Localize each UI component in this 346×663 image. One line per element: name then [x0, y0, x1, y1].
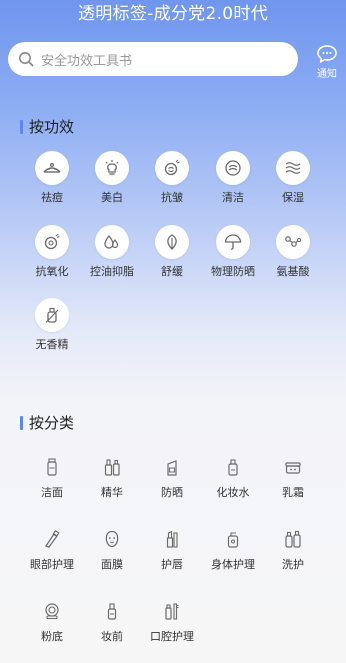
category-item-label: 洗护: [282, 558, 304, 571]
category-item-label: 防晒: [161, 486, 183, 499]
search-icon: [19, 52, 34, 67]
efficacy-item-label: 美白: [101, 191, 123, 204]
efficacy-item[interactable]: 控油抑脂: [82, 225, 142, 278]
category-section-title: 按分类: [20, 414, 74, 432]
category-item-label: 身体护理: [211, 558, 255, 571]
category-item[interactable]: 口腔护理: [142, 598, 202, 643]
category-item-label: 精华: [101, 486, 123, 499]
category-item-label: 洁面: [41, 486, 63, 499]
category-item-label: 乳霜: [282, 486, 304, 499]
efficacy-item[interactable]: 物理防晒: [203, 225, 263, 278]
eye-care-icon: [37, 526, 67, 552]
fragrance-free-icon: [35, 298, 69, 332]
category-item-label: 妆前: [101, 630, 123, 643]
category-item-label: 粉底: [41, 630, 63, 643]
efficacy-item-label: 物理防晒: [211, 265, 255, 278]
cleansing-icon: [216, 151, 250, 185]
efficacy-item[interactable]: 清洁: [203, 151, 263, 204]
hair-care-icon: [278, 526, 308, 552]
category-item[interactable]: 妆前: [82, 598, 142, 643]
efficacy-item[interactable]: 美白: [82, 151, 142, 204]
efficacy-item[interactable]: 祛痘: [22, 151, 82, 204]
efficacy-item[interactable]: 氨基酸: [263, 225, 323, 278]
category-item-label: 口腔护理: [150, 630, 194, 643]
category-item[interactable]: 面膜: [82, 526, 142, 571]
category-item[interactable]: 粉底: [22, 598, 82, 643]
efficacy-item-label: 控油抑脂: [90, 265, 134, 278]
cleanser-icon: [37, 454, 67, 480]
category-item[interactable]: 防晒: [142, 454, 202, 499]
oral-care-icon: [157, 598, 187, 624]
efficacy-item[interactable]: 抗氧化: [22, 225, 82, 278]
search-placeholder: 安全功效工具书: [41, 53, 133, 69]
essence-icon: [97, 454, 127, 480]
category-item-label: 化妆水: [216, 486, 250, 499]
page-title: 透明标签-成分党2.0时代: [77, 4, 269, 24]
search-bar[interactable]: 安全功效工具书: [8, 42, 298, 76]
category-item-label: 护唇: [161, 558, 183, 571]
efficacy-item-label: 保湿: [282, 191, 304, 204]
chat-bubble-icon: [317, 45, 337, 63]
umbrella-icon: [216, 225, 250, 259]
efficacy-item-label: 抗皱: [161, 191, 183, 204]
oil-control-icon: [95, 225, 129, 259]
efficacy-item[interactable]: 抗皱: [142, 151, 202, 204]
sunscreen-icon: [157, 454, 187, 480]
efficacy-item[interactable]: 保湿: [263, 151, 323, 204]
cream-icon: [278, 454, 308, 480]
acne-icon: [35, 151, 69, 185]
efficacy-item-label: 抗氧化: [35, 265, 69, 278]
mask-icon: [97, 526, 127, 552]
anti-wrinkle-icon: [155, 151, 189, 185]
category-item[interactable]: 洁面: [22, 454, 82, 499]
efficacy-section-title: 按功效: [20, 118, 74, 136]
soothing-icon: [155, 225, 189, 259]
efficacy-item[interactable]: 舒缓: [142, 225, 202, 278]
moisturizing-icon: [276, 151, 310, 185]
toner-icon: [218, 454, 248, 480]
primer-icon: [97, 598, 127, 624]
efficacy-item-label: 舒缓: [161, 265, 183, 278]
category-item[interactable]: 洗护: [263, 526, 323, 571]
body-care-icon: [218, 526, 248, 552]
category-item[interactable]: 精华: [82, 454, 142, 499]
category-item[interactable]: 化妆水: [203, 454, 263, 499]
efficacy-item-label: 无香精: [35, 338, 69, 351]
notification-label: 通知: [317, 69, 337, 80]
category-item[interactable]: 身体护理: [203, 526, 263, 571]
efficacy-item-label: 清洁: [222, 191, 244, 204]
efficacy-item[interactable]: 无香精: [22, 298, 82, 351]
category-item[interactable]: 眼部护理: [22, 526, 82, 571]
antioxidant-icon: [35, 225, 69, 259]
whitening-icon: [95, 151, 129, 185]
foundation-icon: [37, 598, 67, 624]
category-item-label: 面膜: [101, 558, 123, 571]
efficacy-item-label: 氨基酸: [276, 265, 310, 278]
category-item[interactable]: 护唇: [142, 526, 202, 571]
notification-button[interactable]: 通知: [312, 44, 342, 81]
category-item[interactable]: 乳霜: [263, 454, 323, 499]
efficacy-item-label: 祛痘: [41, 191, 63, 204]
category-item-label: 眼部护理: [30, 558, 74, 571]
lip-care-icon: [157, 526, 187, 552]
amino-acid-icon: [276, 225, 310, 259]
